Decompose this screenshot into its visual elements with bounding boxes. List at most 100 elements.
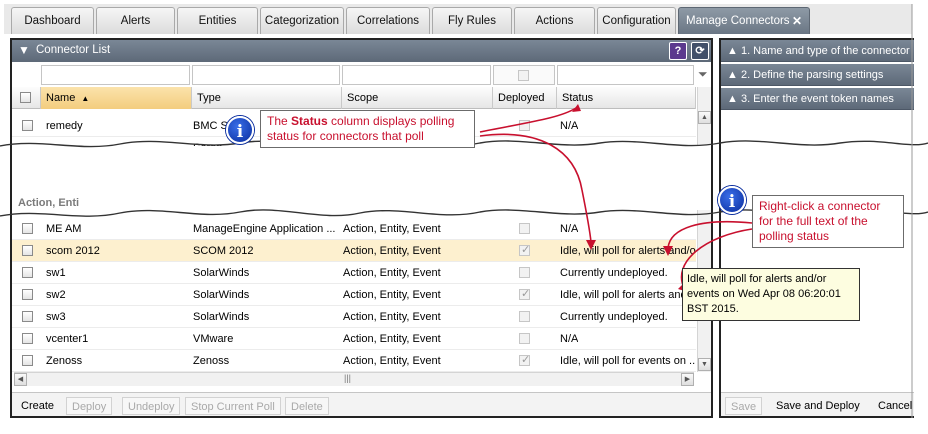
undeploy-button[interactable]: Undeploy (122, 397, 181, 415)
column-type[interactable]: Type (192, 87, 342, 109)
column-scope[interactable]: Scope (342, 87, 493, 109)
funnel-filter-icon[interactable]: ⏷ (698, 67, 708, 82)
select-all-checkbox[interactable] (20, 92, 31, 103)
save-button[interactable]: Save (725, 397, 763, 415)
row-checkbox[interactable] (22, 120, 33, 131)
cell-name: scom 2012 (46, 245, 100, 257)
name-filter-input[interactable] (41, 65, 190, 85)
row-checkbox[interactable] (22, 333, 33, 344)
row-checkbox[interactable] (22, 267, 33, 278)
row-deployed-checkbox (519, 267, 530, 278)
cell-status: Currently undeployed. (560, 311, 668, 323)
cell-scope: Action, Entity, Event (343, 333, 441, 345)
tab-alerts[interactable]: Alerts (96, 7, 175, 34)
scroll-grip-icon[interactable]: ||| (344, 373, 351, 383)
wizard-actions-bar: Save Save and Deploy Cancel (721, 392, 914, 416)
cell-status: N/A (560, 333, 579, 345)
create-button[interactable]: Create (16, 397, 59, 415)
cell-status: Idle, will poll for alerts and/o... (560, 245, 696, 257)
sort-ascending-icon: ▲ (81, 94, 90, 103)
tab-entities[interactable]: Entities (177, 7, 258, 34)
cell-scope: Action, Entity, Event (343, 355, 441, 367)
row-checkbox[interactable] (22, 223, 33, 234)
scroll-right-icon[interactable]: ▶ (681, 373, 694, 386)
table-row-selected[interactable]: scom 2012 SCOM 2012 Action, Entity, Even… (12, 240, 696, 262)
column-deployed-label: Deployed (498, 92, 545, 104)
scroll-left-icon[interactable]: ◀ (14, 373, 27, 386)
scroll-up-icon[interactable]: ▲ (698, 111, 711, 124)
scroll-down-icon[interactable]: ▼ (698, 358, 711, 371)
right-click-callout: Right-click a connector for the full tex… (752, 195, 904, 248)
cell-name: remedy (46, 120, 83, 132)
refresh-icon[interactable]: ⟳ (691, 42, 709, 60)
row-checkbox[interactable] (22, 355, 33, 366)
tab-label: Entities (198, 15, 237, 27)
tab-label: Manage Connectors (686, 15, 790, 27)
cell-name: sw1 (46, 267, 66, 279)
cell-type: Zenoss (193, 355, 230, 367)
collapse-chevron-icon[interactable]: ▼ (18, 43, 30, 57)
table-row[interactable]: sw1 SolarWinds Action, Entity, Event Cur… (12, 262, 696, 284)
vertical-scrollbar-top[interactable]: ▲ (697, 87, 711, 145)
deploy-button[interactable]: Deploy (66, 397, 113, 415)
column-status-label: Status (562, 92, 594, 104)
deployed-filter-checkbox[interactable] (518, 70, 529, 81)
row-checkbox[interactable] (22, 289, 33, 300)
cell-type: SolarWinds (193, 289, 250, 301)
tab-label: Configuration (602, 15, 671, 27)
callout-bold-text: Status (291, 114, 328, 128)
tab-categorization[interactable]: Categorization (260, 7, 344, 34)
type-filter-input[interactable] (192, 65, 340, 85)
close-tab-icon[interactable]: ✕ (792, 8, 802, 35)
tab-manage-connectors[interactable]: Manage Connectors ✕ (678, 7, 810, 34)
tab-label: Dashboard (24, 15, 81, 27)
tab-actions[interactable]: Actions (514, 7, 595, 34)
row-deployed-checkbox (519, 333, 530, 344)
cell-status: N/A (560, 223, 579, 235)
cell-scope: Action, Entity, Event (343, 223, 441, 235)
tab-label: Correlations (357, 15, 419, 27)
scope-filter-input[interactable] (342, 65, 491, 85)
table-row[interactable]: sw3 SolarWinds Action, Entity, Event Cur… (12, 306, 696, 328)
cell-type: SolarWinds (193, 267, 250, 279)
column-deployed[interactable]: Deployed (493, 87, 557, 109)
stop-current-poll-button[interactable]: Stop Current Poll (185, 397, 281, 415)
chevron-up-icon: ▲ (727, 45, 741, 57)
tab-correlations[interactable]: Correlations (346, 7, 430, 34)
table-row[interactable]: vcenter1 VMware Action, Entity, Event N/… (12, 328, 696, 350)
connector-list-panel: ▼ Connector List ? ⟳ ⏷ Name ▲ Type Scope… (10, 38, 713, 418)
table-row[interactable]: Zenoss Zenoss Action, Entity, Event ✓ Id… (12, 350, 696, 372)
deployed-filter (493, 65, 555, 85)
horizontal-scrollbar[interactable]: ◀ ||| ▶ (14, 372, 694, 386)
group-label: Action, Enti (18, 197, 80, 209)
tab-configuration[interactable]: Configuration (597, 7, 676, 34)
cell-name: sw3 (46, 311, 66, 323)
delete-button[interactable]: Delete (285, 397, 329, 415)
cancel-button[interactable]: Cancel (873, 397, 914, 415)
tab-label: Categorization (264, 15, 340, 27)
status-filter-input[interactable] (557, 65, 694, 85)
tab-fly-rules[interactable]: Fly Rules (432, 7, 512, 34)
column-header-row: Name ▲ Type Scope Deployed Status (12, 87, 696, 109)
row-checkbox[interactable] (22, 245, 33, 256)
help-icon[interactable]: ? (669, 42, 687, 60)
wizard-step-2[interactable]: ▲ 2. Define the parsing settings (721, 64, 914, 86)
table-row[interactable]: sw2 SolarWinds Action, Entity, Event ✓ I… (12, 284, 696, 306)
column-name-label: Name (46, 92, 76, 104)
cell-type: ManageEngine Application ... (193, 223, 336, 235)
step-label: 3. Enter the event token names (740, 93, 894, 105)
connector-actions-bar: Create Deploy Undeploy Stop Current Poll… (12, 392, 711, 416)
column-status[interactable]: Status (557, 87, 696, 109)
tab-label: Fly Rules (448, 15, 496, 27)
cell-type: SCOM 2012 (193, 245, 254, 257)
table-row[interactable]: ME AM ManageEngine Application ... Actio… (12, 218, 696, 240)
filter-row: ⏷ (12, 64, 711, 86)
wizard-step-1[interactable]: ▲ 1. Name and type of the connector (721, 40, 914, 62)
save-and-deploy-button[interactable]: Save and Deploy (771, 397, 865, 415)
wizard-step-3[interactable]: ▲ 3. Enter the event token names (721, 88, 914, 110)
cell-name: ME AM (46, 223, 82, 235)
row-deployed-checkbox (519, 120, 530, 131)
tab-dashboard[interactable]: Dashboard (11, 7, 94, 34)
column-name[interactable]: Name ▲ (41, 87, 192, 109)
row-checkbox[interactable] (22, 311, 33, 322)
